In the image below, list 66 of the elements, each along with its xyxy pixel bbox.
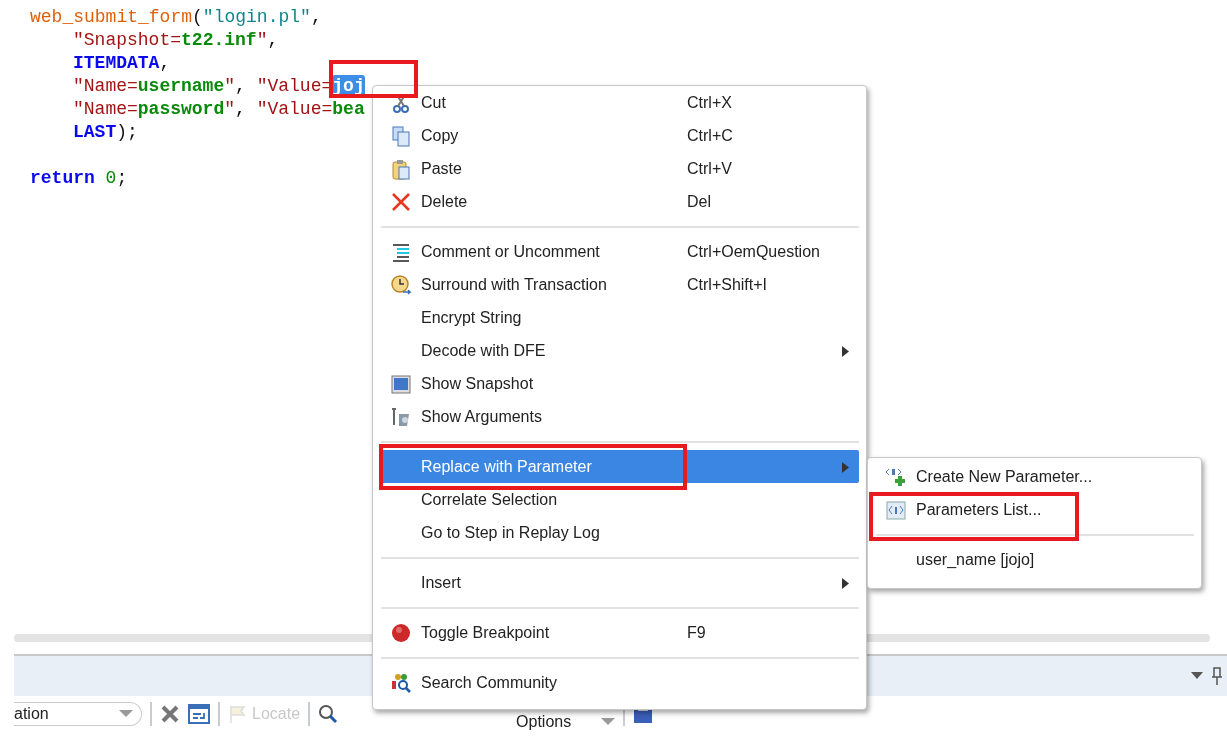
code-token: username <box>137 75 225 98</box>
code-token: ITEMDATA <box>73 52 160 75</box>
menu-item[interactable]: Correlate Selection <box>380 483 859 516</box>
code-token: "Value= <box>256 75 333 98</box>
copy-icon <box>389 124 412 147</box>
code-token: t22.inf <box>181 29 257 52</box>
code-token: 0 <box>105 167 117 190</box>
menu-item[interactable]: Copy Ctrl+C <box>380 119 859 152</box>
menu-item[interactable]: Search Community <box>380 666 859 699</box>
menu-item[interactable]: Comment or Uncomment Ctrl+OemQuestion <box>380 235 859 268</box>
code-token: , <box>235 75 247 98</box>
code-token: , <box>267 29 279 52</box>
code-token: web_submit_form <box>30 6 193 29</box>
clock-icon <box>389 273 412 296</box>
menu-item[interactable]: Go to Step in Replay Log <box>380 516 859 549</box>
tools-icon <box>389 405 412 428</box>
code-token: return <box>30 167 95 190</box>
menu-item[interactable]: user_name [jojo] <box>875 543 1194 576</box>
menu-item[interactable]: Show Snapshot <box>380 367 859 400</box>
code-token: "Value= <box>256 98 333 121</box>
menu-item[interactable]: Delete Del <box>380 185 859 218</box>
code-token: "login.pl" <box>202 6 311 29</box>
pin-icon[interactable] <box>1211 667 1223 685</box>
caret-icon <box>119 710 133 718</box>
code-token: " <box>224 98 236 121</box>
submenu-arrow-icon <box>842 346 849 357</box>
code-token: " <box>224 75 236 98</box>
menu-item[interactable]: Decode with DFE <box>380 334 859 367</box>
code-token: , <box>235 98 247 121</box>
search-icon[interactable] <box>318 704 339 724</box>
code-token: ; <box>116 167 128 190</box>
code-token: password <box>137 98 225 121</box>
menu-item[interactable]: Show Arguments <box>380 400 859 433</box>
dropdown-caret-icon[interactable] <box>1191 672 1203 680</box>
menu-item[interactable]: Toggle Breakpoint F9 <box>380 616 859 649</box>
code-token: LAST <box>73 121 117 144</box>
code-token: ( <box>192 6 203 29</box>
code-token: "Name= <box>73 98 138 121</box>
code-token: "Snapshot= <box>73 29 182 52</box>
menu-item[interactable]: Surround with Transaction Ctrl+Shift+I <box>380 268 859 301</box>
delete-icon <box>389 190 412 213</box>
code-token: ); <box>116 121 138 144</box>
menu-item[interactable]: Paste Ctrl+V <box>380 152 859 185</box>
wrap-text-icon[interactable] <box>188 704 210 724</box>
flag-icon <box>228 704 248 724</box>
people-search-icon <box>389 671 412 694</box>
menu-item[interactable]: Insert <box>380 566 859 599</box>
code-token: "Name= <box>73 75 138 98</box>
menu-item[interactable]: Create New Parameter... <box>875 460 1194 493</box>
breakpoint-icon <box>389 621 412 644</box>
menu-item[interactable]: Replace with Parameter <box>380 450 859 483</box>
paste-icon <box>389 157 412 180</box>
code-token: , <box>159 52 171 75</box>
options-dropdown[interactable]: Options <box>516 713 616 731</box>
submenu-arrow-icon <box>842 578 849 589</box>
parameter-list-icon <box>884 498 907 521</box>
code-token: bea <box>332 98 365 121</box>
clear-icon[interactable] <box>160 704 180 724</box>
submenu-arrow-icon <box>842 462 849 473</box>
code-token: , <box>310 6 322 29</box>
menu-item[interactable]: Cut Ctrl+X <box>380 86 859 119</box>
menu-item[interactable]: Encrypt String <box>380 301 859 334</box>
monitor-icon <box>389 372 412 395</box>
caret-icon <box>601 718 616 726</box>
code-token: " <box>256 29 268 52</box>
menu-item[interactable]: Parameters List... <box>875 493 1194 526</box>
